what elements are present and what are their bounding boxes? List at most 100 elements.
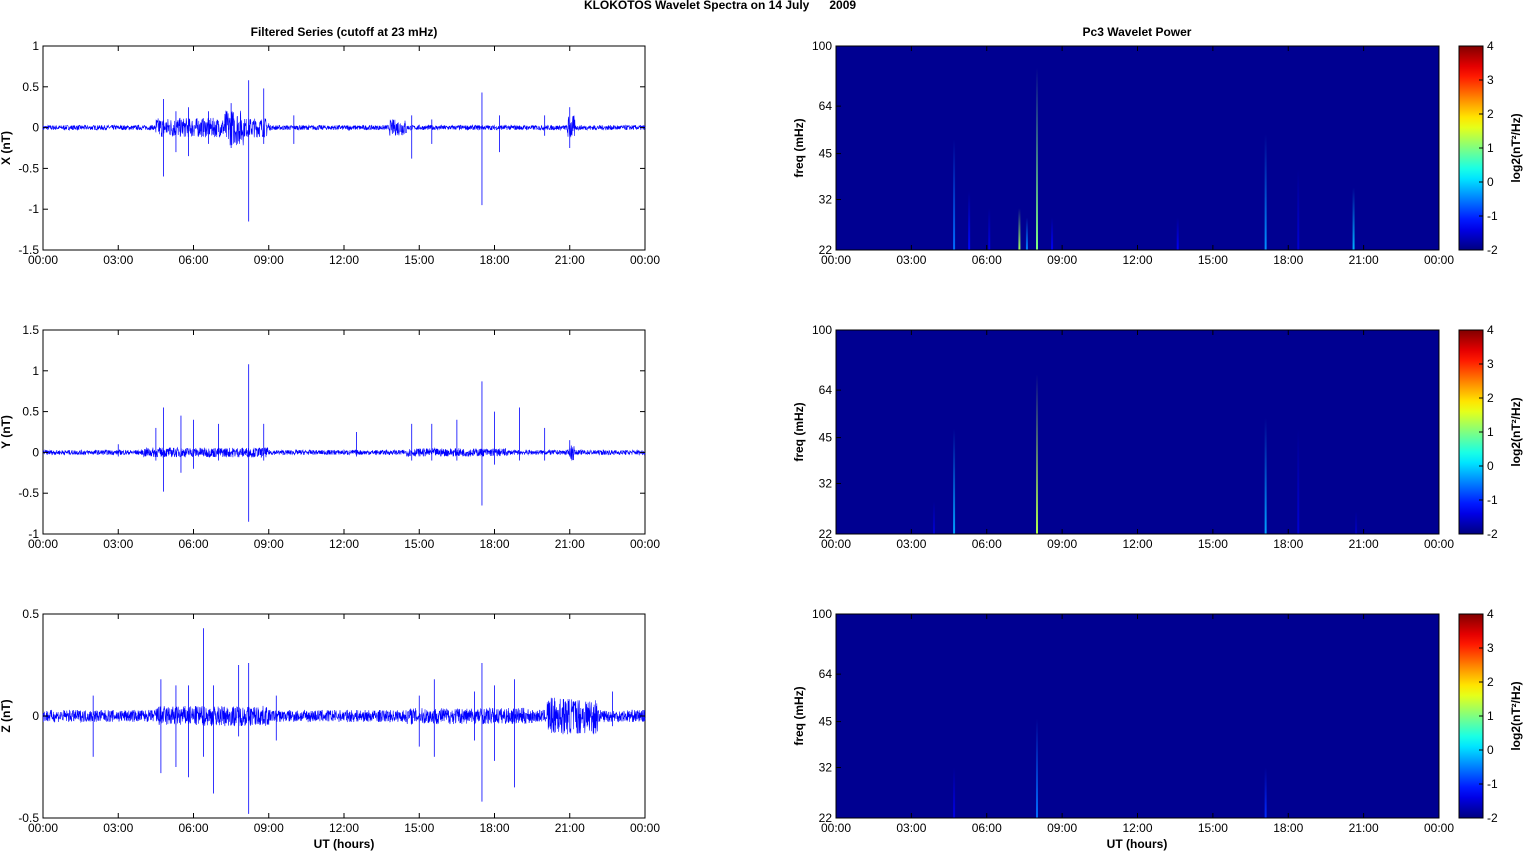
y-tick-label: 1 [32, 364, 39, 378]
heatmap-streak [1264, 418, 1267, 534]
x-tick-label: 06:00 [972, 537, 1002, 551]
y-axis-label: freq (mHz) [792, 402, 806, 461]
y-tick-label: 0 [32, 121, 39, 135]
heatmap-streak [1176, 217, 1179, 250]
x-tick-label: 12:00 [329, 821, 359, 835]
x-tick-label: 00:00 [28, 253, 58, 267]
panel-y-spectrum: 10064453222freq (mHz)00:00 03:00 06:00 09:0… [792, 323, 1523, 551]
x-tick-label: 00:00 [28, 537, 58, 551]
left-xlabel: UT (hours) [314, 837, 375, 851]
x-tick-label: 03:00 [103, 253, 133, 267]
x-tick-label: 00:00 [821, 821, 851, 835]
colorbar-tick-label: -1 [1487, 493, 1498, 507]
colorbar-tick-label: 2 [1487, 391, 1494, 405]
x-tick-label: 00:00 [28, 821, 58, 835]
x-tick-label: 15:00 [404, 537, 434, 551]
x-tick-label: 21:00 [1349, 821, 1379, 835]
y-tick-label: 0.5 [22, 607, 39, 621]
y-tick-label: 64 [819, 383, 833, 397]
panel-y: 1.510.50-0.5-1Y (nT)00:00 03:00 06:00 09:00… [0, 323, 660, 551]
x-tick-label: 12:00 [1122, 821, 1152, 835]
right-xlabel: UT (hours) [1107, 837, 1168, 851]
x-tick-label: 18:00 [479, 537, 509, 551]
heatmap-streak [932, 501, 935, 534]
heatmap-streak [953, 139, 956, 250]
colorbar-label: log2(nT²/Hz) [1509, 681, 1523, 750]
plot-area [42, 329, 646, 535]
x-tick-label: 09:00 [254, 537, 284, 551]
x-tick-label: 21:00 [555, 253, 585, 267]
heatmap-streak [1355, 511, 1358, 534]
colorbar-label: log2(nT²/Hz) [1509, 397, 1523, 466]
colorbar-label: log2(nT²/Hz) [1509, 113, 1523, 182]
x-tick-label: 18:00 [479, 253, 509, 267]
x-tick-label: 03:00 [103, 821, 133, 835]
x-tick-label: 06:00 [972, 253, 1002, 267]
y-tick-label: 0 [32, 709, 39, 723]
x-tick-label: 00:00 [821, 253, 851, 267]
x-tick-label: 06:00 [178, 253, 208, 267]
x-tick-label: 00:00 [821, 537, 851, 551]
colorbar-tick-label: 3 [1487, 641, 1494, 655]
heatmap-background [836, 614, 1439, 818]
y-axis-label: freq (mHz) [792, 686, 806, 745]
x-tick-label: 09:00 [254, 253, 284, 267]
plot-area [42, 45, 646, 251]
heatmap-background [836, 330, 1439, 534]
panel-z: 0.50-0.5Z (nT)00:00 03:00 06:00 09:00 12:00 1… [0, 607, 660, 835]
colorbar-tick-label: -1 [1487, 777, 1498, 791]
panel-x: 10.50-0.5-1-1.5X (nT)00:00 03:00 06:00 09:0… [0, 39, 660, 267]
heatmap-streak [1264, 767, 1267, 818]
x-tick-label: 00:00 [1424, 821, 1454, 835]
y-tick-label: 1.5 [22, 323, 39, 337]
x-tick-label: 09:00 [1047, 537, 1077, 551]
y-tick-label: 45 [819, 147, 833, 161]
x-tick-label: 00:00 [1424, 253, 1454, 267]
x-tick-label: 00:00 [1424, 537, 1454, 551]
colorbar-tick-label: -2 [1487, 243, 1498, 257]
x-tick-label: 06:00 [972, 821, 1002, 835]
colorbar-tick-label: -2 [1487, 811, 1498, 825]
heatmap-streak [1051, 217, 1054, 250]
heatmap-streak [968, 191, 971, 250]
x-tick-label: 21:00 [1349, 537, 1379, 551]
x-tick-label: 12:00 [329, 253, 359, 267]
heatmap-streak [1036, 67, 1038, 250]
heatmap-streak [1297, 428, 1300, 534]
colorbar-tick-label: 3 [1487, 73, 1494, 87]
colorbar-tick-label: 0 [1487, 743, 1494, 757]
x-tick-label: 03:00 [896, 253, 926, 267]
heatmap-streak [953, 767, 956, 818]
right-column-title: Pc3 Wavelet Power [1083, 25, 1192, 39]
colorbar-tick-label: -2 [1487, 527, 1498, 541]
x-tick-label: 06:00 [178, 821, 208, 835]
heatmap-streak [1025, 217, 1028, 250]
y-tick-label: 0 [32, 445, 39, 459]
y-tick-label: -1 [28, 202, 39, 216]
x-tick-label: 00:00 [630, 537, 660, 551]
x-tick-label: 18:00 [479, 821, 509, 835]
heatmap-streak [1264, 134, 1267, 250]
y-tick-label: 100 [812, 39, 832, 53]
colorbar-tick-label: 4 [1487, 607, 1494, 621]
x-tick-label: 21:00 [1349, 253, 1379, 267]
y-axis-label: X (nT) [0, 131, 13, 165]
y-tick-label: -0.5 [18, 161, 39, 175]
y-axis-label: freq (mHz) [792, 118, 806, 177]
x-tick-label: 12:00 [1122, 537, 1152, 551]
heatmap-streak [988, 208, 991, 250]
colorbar-tick-label: 4 [1487, 323, 1494, 337]
colorbar-tick-label: 0 [1487, 459, 1494, 473]
x-tick-label: 15:00 [1198, 821, 1228, 835]
y-tick-label: 0.5 [22, 405, 39, 419]
x-tick-label: 15:00 [1198, 537, 1228, 551]
colorbar-tick-label: 1 [1487, 141, 1494, 155]
x-tick-label: 18:00 [1273, 537, 1303, 551]
y-tick-label: 64 [819, 99, 833, 113]
colorbar-tick-label: 1 [1487, 425, 1494, 439]
x-tick-label: 18:00 [1273, 821, 1303, 835]
x-tick-label: 03:00 [896, 537, 926, 551]
x-tick-label: 03:00 [103, 537, 133, 551]
heatmap-background [836, 46, 1439, 250]
x-tick-label: 21:00 [555, 537, 585, 551]
